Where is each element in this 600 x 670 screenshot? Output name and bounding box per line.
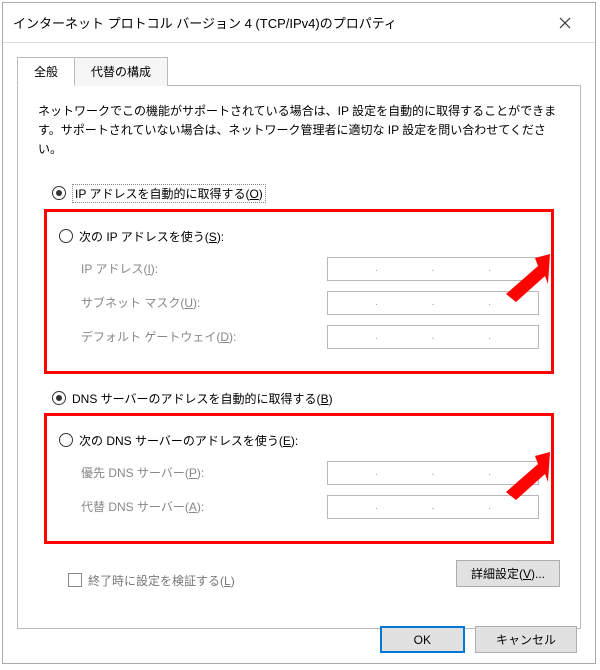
pref-dns-input[interactable]: ... (327, 461, 539, 485)
validate-checkbox[interactable] (68, 573, 82, 587)
titlebar: インターネット プロトコル バージョン 4 (TCP/IPv4)のプロパティ (3, 3, 595, 43)
tab-general-label: 全般 (34, 65, 58, 79)
dns-manual-group: 次の DNS サーバーのアドレスを使う(E): 優先 DNS サーバー(P): … (44, 413, 554, 544)
radio-ip-manual[interactable] (59, 229, 73, 243)
close-button[interactable] (545, 3, 585, 43)
alt-dns-row: 代替 DNS サーバー(A): ... (59, 495, 539, 519)
subnet-mask-input[interactable]: ... (327, 291, 539, 315)
ipv4-properties-dialog: インターネット プロトコル バージョン 4 (TCP/IPv4)のプロパティ 全… (2, 2, 596, 664)
radio-dns-auto-label: DNS サーバーのアドレスを自動的に取得する(B) (72, 390, 333, 407)
radio-dns-auto[interactable] (52, 391, 66, 405)
pref-dns-row: 優先 DNS サーバー(P): ... (59, 461, 539, 485)
tab-area: 全般 代替の構成 ネットワークでこの機能がサポートされている場合は、IP 設定を… (17, 57, 581, 629)
tab-alternate[interactable]: 代替の構成 (74, 57, 168, 86)
close-icon (559, 17, 571, 29)
radio-dns-manual[interactable] (59, 433, 73, 447)
subnet-mask-label: サブネット マスク(U): (59, 294, 327, 311)
alt-dns-label: 代替 DNS サーバー(A): (59, 498, 327, 515)
radio-ip-manual-row[interactable]: 次の IP アドレスを使う(S): (59, 226, 539, 247)
subnet-mask-row: サブネット マスク(U): ... (59, 291, 539, 315)
intro-text: ネットワークでこの機能がサポートされている場合は、IP 設定を自動的に取得するこ… (38, 102, 560, 160)
radio-dns-auto-row[interactable]: DNS サーバーのアドレスを自動的に取得する(B) (38, 388, 560, 409)
radio-ip-auto[interactable] (52, 186, 66, 200)
radio-dns-manual-label: 次の DNS サーバーのアドレスを使う(E): (79, 432, 298, 449)
dialog-buttons: OK キャンセル (380, 626, 577, 653)
tab-content-general: ネットワークでこの機能がサポートされている場合は、IP 設定を自動的に取得するこ… (17, 85, 581, 629)
ip-address-label: IP アドレス(I): (59, 260, 327, 277)
gateway-input[interactable]: ... (327, 325, 539, 349)
radio-ip-auto-row[interactable]: IP アドレスを自動的に取得する(O) (38, 182, 560, 205)
validate-checkbox-row[interactable]: 終了時に設定を検証する(L) (38, 572, 235, 589)
ip-address-input[interactable]: ... (327, 257, 539, 281)
validate-checkbox-label: 終了時に設定を検証する(L) (88, 572, 235, 589)
alt-dns-input[interactable]: ... (327, 495, 539, 519)
ip-address-row: IP アドレス(I): ... (59, 257, 539, 281)
pref-dns-label: 優先 DNS サーバー(P): (59, 464, 327, 481)
tab-strip: 全般 代替の構成 (17, 57, 581, 86)
radio-ip-auto-label: IP アドレスを自動的に取得する(O) (72, 184, 266, 203)
window-title: インターネット プロトコル バージョン 4 (TCP/IPv4)のプロパティ (13, 13, 545, 32)
radio-dns-manual-row[interactable]: 次の DNS サーバーのアドレスを使う(E): (59, 430, 539, 451)
tab-alternate-label: 代替の構成 (91, 65, 151, 79)
radio-ip-manual-label: 次の IP アドレスを使う(S): (79, 228, 224, 245)
gateway-label: デフォルト ゲートウェイ(D): (59, 328, 327, 345)
gateway-row: デフォルト ゲートウェイ(D): ... (59, 325, 539, 349)
advanced-button[interactable]: 詳細設定(V)... (456, 560, 560, 587)
ok-button[interactable]: OK (380, 626, 465, 653)
ip-manual-group: 次の IP アドレスを使う(S): IP アドレス(I): ... サブネット … (44, 209, 554, 374)
cancel-button[interactable]: キャンセル (475, 626, 577, 653)
tab-general[interactable]: 全般 (17, 57, 75, 86)
